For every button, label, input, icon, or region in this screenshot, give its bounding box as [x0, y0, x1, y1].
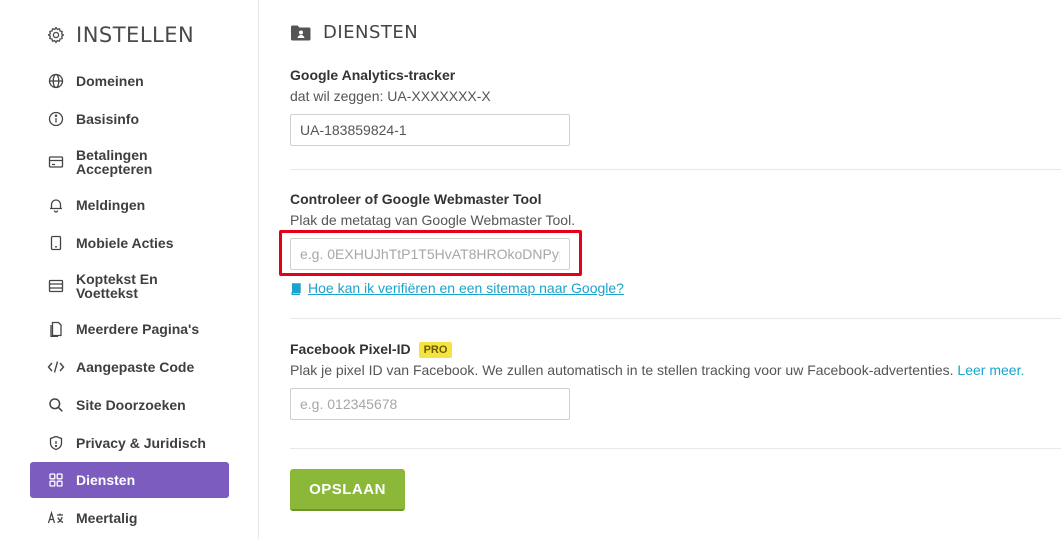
pro-badge: PRO [418, 342, 453, 358]
sidebar-item-basisinfo[interactable]: Basisinfo [30, 108, 229, 130]
fb-help-text: Plak je pixel ID van Facebook. We zullen… [290, 362, 954, 378]
sidebar-item-betalingen[interactable]: Betalingen Accepteren [30, 147, 229, 177]
sidebar-item-domeinen[interactable]: Domeinen [30, 70, 229, 92]
sidebar-item-privacy[interactable]: Privacy & Juridisch [30, 432, 229, 454]
gear-icon [47, 26, 65, 44]
sitemap-help-link[interactable]: Hoe kan ik verifiëren en een sitemap naa… [290, 280, 624, 296]
fb-label-text: Facebook Pixel-ID [290, 341, 411, 357]
sidebar-item-meerdere-paginas[interactable]: Meerdere Pagina's [30, 318, 229, 340]
sidebar-item-label: Koptekst En Voettekst [76, 271, 158, 301]
code-icon [47, 358, 65, 376]
sidebar-item-aangepaste-code[interactable]: Aangepaste Code [30, 356, 229, 378]
webmaster-help: Plak de metatag van Google Webmaster Too… [290, 212, 576, 228]
sidebar-item-diensten[interactable]: Diensten [30, 462, 229, 498]
sidebar-item-label: Mobiele Acties [76, 235, 174, 251]
sidebar-item-label: Meerdere Pagina's [76, 321, 200, 337]
sidebar-item-meertalig[interactable]: Meertalig [30, 507, 229, 529]
page-title-text: DIENSTEN [323, 22, 419, 43]
grid-icon [47, 471, 65, 489]
folder-user-icon [290, 24, 312, 42]
sidebar-header: INSTELLEN [47, 23, 194, 47]
sidebar-item-label: Aangepaste Code [76, 359, 195, 375]
sidebar-item-label: Privacy & Juridisch [76, 435, 206, 451]
highlight-box [279, 230, 582, 276]
credit-card-icon [47, 153, 65, 171]
translate-icon [47, 509, 65, 527]
ga-help: dat wil zeggen: UA-XXXXXXX-X [290, 88, 491, 104]
ga-label: Google Analytics-tracker [290, 67, 456, 83]
sidebar-item-koptekst[interactable]: Koptekst En Voettekst [30, 271, 229, 301]
sidebar-title: INSTELLEN [76, 23, 195, 47]
save-button[interactable]: OPSLAAN [290, 469, 405, 511]
divider [290, 318, 1061, 319]
sidebar: INSTELLEN Domeinen Basisinfo Betalingen … [0, 0, 259, 539]
fb-help: Plak je pixel ID van Facebook. We zullen… [290, 362, 1024, 378]
ga-tracker-input[interactable] [290, 114, 570, 146]
divider [290, 169, 1061, 170]
sidebar-item-mobiele-acties[interactable]: Mobiele Acties [30, 232, 229, 254]
sidebar-item-meldingen[interactable]: Meldingen [30, 194, 229, 216]
sidebar-item-label: Meertalig [76, 510, 138, 526]
pages-icon [47, 320, 65, 338]
info-icon [47, 110, 65, 128]
search-icon [47, 396, 65, 414]
sidebar-item-label: Basisinfo [76, 111, 140, 127]
page-title: DIENSTEN [290, 22, 418, 43]
globe-icon [47, 72, 65, 90]
sidebar-item-label: Meldingen [76, 197, 146, 213]
sitemap-help-link-text: Hoe kan ik verifiëren en een sitemap naa… [308, 280, 624, 296]
bell-icon [47, 196, 65, 214]
sidebar-item-label: Diensten [76, 472, 136, 488]
book-icon [290, 282, 302, 296]
divider [290, 448, 1061, 449]
sidebar-item-label: Site Doorzoeken [76, 397, 186, 413]
learn-more-link[interactable]: Leer meer. [957, 362, 1024, 378]
layout-icon [47, 277, 65, 295]
fb-pixel-input[interactable] [290, 388, 570, 420]
mobile-icon [47, 234, 65, 252]
webmaster-label: Controleer of Google Webmaster Tool [290, 191, 542, 207]
fb-label: Facebook Pixel-ID PRO [290, 341, 453, 358]
sidebar-item-label: Betalingen Accepteren [76, 147, 153, 177]
shield-icon [47, 434, 65, 452]
sidebar-item-label: Domeinen [76, 73, 144, 89]
main-content: DIENSTEN Google Analytics-tracker dat wi… [279, 0, 1061, 539]
sidebar-item-site-doorzoeken[interactable]: Site Doorzoeken [30, 394, 229, 416]
